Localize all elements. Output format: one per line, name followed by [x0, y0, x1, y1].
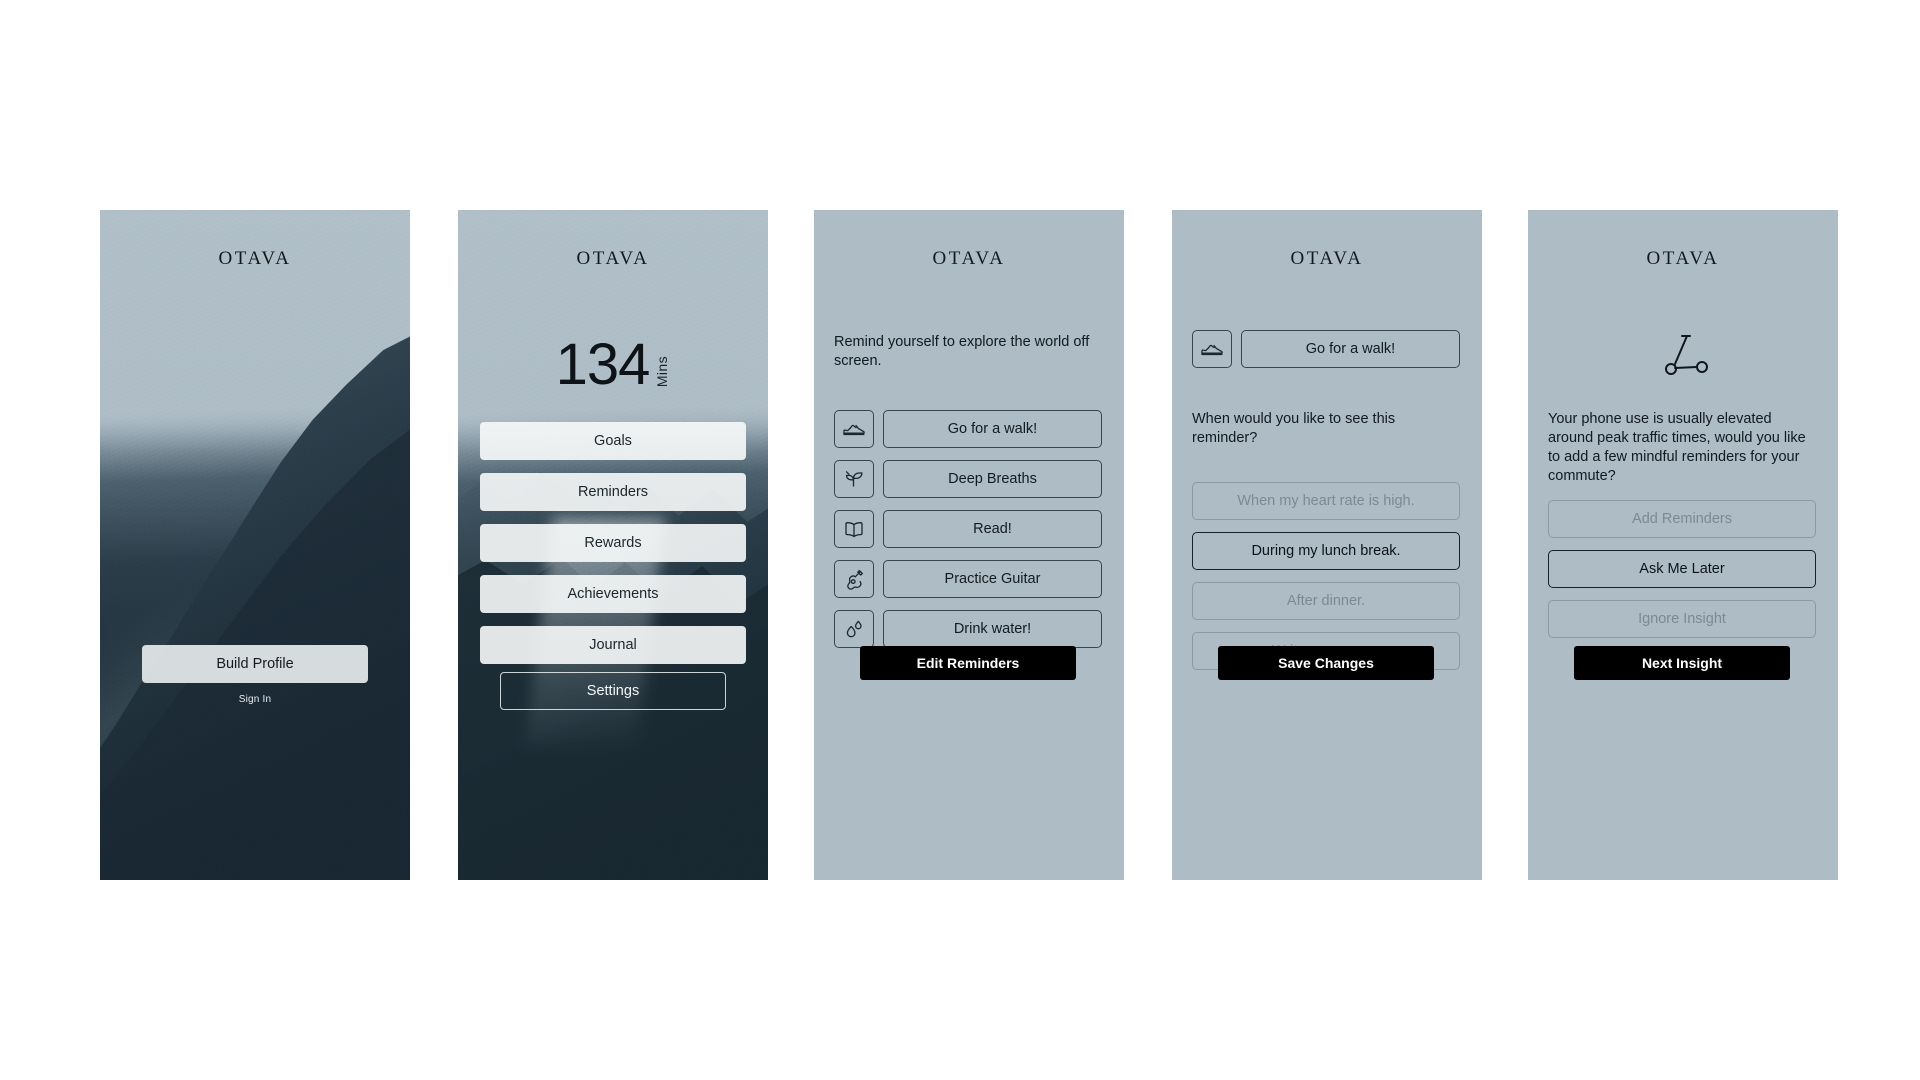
shoe-icon: [842, 417, 866, 441]
shoe-icon-button[interactable]: [834, 410, 874, 448]
selected-reminder-label[interactable]: Go for a walk!: [1241, 330, 1460, 368]
reminder-row: Go for a walk!: [834, 410, 1102, 448]
insight-prompt: Your phone use is usually elevated aroun…: [1548, 411, 1806, 485]
book-icon: [842, 517, 866, 541]
screen-dashboard: OTAVA 134 Mins Goals Reminders Rewards A…: [458, 210, 768, 880]
insight-options: Add Reminders Ask Me Later Ignore Insigh…: [1548, 500, 1816, 638]
reminder-deep-breaths[interactable]: Deep Breaths: [883, 460, 1102, 498]
option-heart-rate-high[interactable]: When my heart rate is high.: [1192, 482, 1460, 520]
shoe-icon: [1200, 337, 1224, 361]
screen-reminders: OTAVA Remind yourself to explore the wor…: [814, 210, 1124, 880]
settings-button[interactable]: Settings: [500, 672, 726, 710]
reminder-row: Drink water!: [834, 610, 1102, 648]
leaf-icon: [842, 467, 866, 491]
schedule-options: When my heart rate is high. During my lu…: [1192, 482, 1460, 670]
selected-reminder-row: Go for a walk!: [1192, 330, 1460, 368]
option-lunch-break[interactable]: During my lunch break.: [1192, 532, 1460, 570]
guitar-icon: [842, 567, 866, 591]
guitar-icon-button[interactable]: [834, 560, 874, 598]
reminder-rows: Go for a walk! Deep Breaths Read! Practi…: [834, 410, 1102, 648]
scooter-icon-wrapper: [1528, 330, 1838, 391]
reminder-practice-guitar[interactable]: Practice Guitar: [883, 560, 1102, 598]
menu-item-reminders[interactable]: Reminders: [480, 473, 746, 511]
menu-item-goals[interactable]: Goals: [480, 422, 746, 460]
brand-logo: OTAVA: [1290, 248, 1364, 269]
option-ignore-insight[interactable]: Ignore Insight: [1548, 600, 1816, 638]
minutes-unit-label: Mins: [654, 356, 671, 388]
water-drop-icon-button[interactable]: [834, 610, 874, 648]
option-after-dinner[interactable]: After dinner.: [1192, 582, 1460, 620]
minutes-value: 134: [555, 332, 651, 397]
scooter-icon: [1652, 330, 1714, 391]
reminder-go-for-a-walk[interactable]: Go for a walk!: [883, 410, 1102, 448]
sign-in-link[interactable]: Sign In: [100, 694, 410, 705]
reminders-prompt: Remind yourself to explore the world off…: [834, 334, 1090, 370]
brand-logo: OTAVA: [218, 248, 292, 269]
save-changes-button[interactable]: Save Changes: [1218, 646, 1434, 680]
leaf-icon-button[interactable]: [834, 460, 874, 498]
water-drop-icon: [842, 617, 866, 641]
edit-reminders-button[interactable]: Edit Reminders: [860, 646, 1076, 680]
option-add-reminders[interactable]: Add Reminders: [1548, 500, 1816, 538]
schedule-prompt: When would you like to see this reminder…: [1192, 411, 1396, 447]
mountain-photo-background: [100, 210, 410, 880]
dashboard-menu: Goals Reminders Rewards Achievements Jou…: [480, 422, 746, 664]
next-insight-button[interactable]: Next Insight: [1574, 646, 1790, 680]
photo-texture: [100, 210, 410, 880]
shoe-icon-button[interactable]: [1192, 330, 1232, 368]
brand-logo: OTAVA: [932, 248, 1006, 269]
reminder-row: Read!: [834, 510, 1102, 548]
reminder-row: Deep Breaths: [834, 460, 1102, 498]
build-profile-button[interactable]: Build Profile: [142, 645, 368, 683]
screens-showcase: OTAVA Build Profile Sign In OTAVA 134 Mi…: [0, 0, 1920, 1080]
minutes-counter: 134 Mins: [458, 332, 768, 397]
brand-logo: OTAVA: [1646, 248, 1720, 269]
menu-item-journal[interactable]: Journal: [480, 626, 746, 664]
reminder-row: Practice Guitar: [834, 560, 1102, 598]
reminder-read[interactable]: Read!: [883, 510, 1102, 548]
book-icon-button[interactable]: [834, 510, 874, 548]
menu-item-achievements[interactable]: Achievements: [480, 575, 746, 613]
screen-reminder-schedule: OTAVA Go for a walk! When would you like…: [1172, 210, 1482, 880]
reminder-drink-water[interactable]: Drink water!: [883, 610, 1102, 648]
menu-item-rewards[interactable]: Rewards: [480, 524, 746, 562]
screen-insight: OTAVA Your phone use is usually elevated…: [1528, 210, 1838, 880]
screen-welcome: OTAVA Build Profile Sign In: [100, 210, 410, 880]
option-ask-me-later[interactable]: Ask Me Later: [1548, 550, 1816, 588]
brand-logo: OTAVA: [576, 248, 650, 269]
